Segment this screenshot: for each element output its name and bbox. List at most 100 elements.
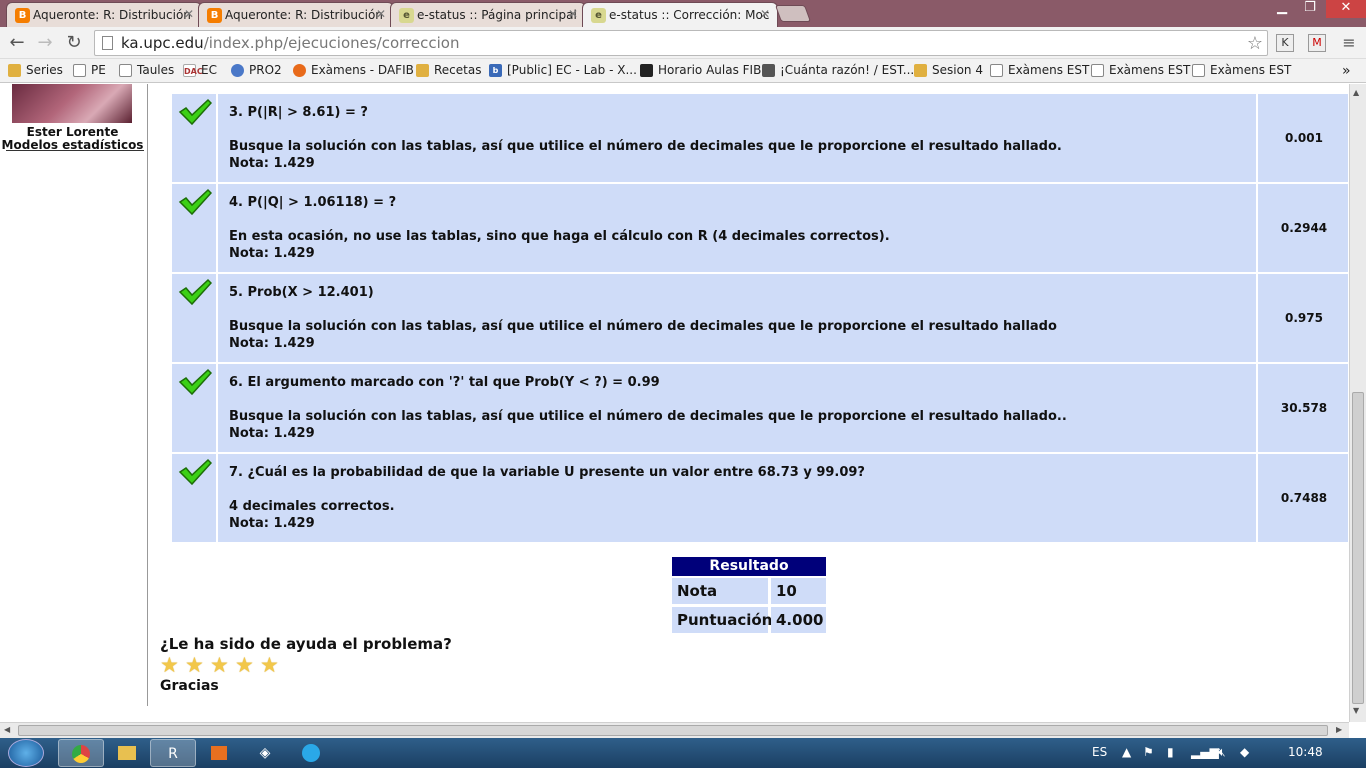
bookmark-pe[interactable]: PE (73, 63, 106, 77)
scroll-right-arrow-icon[interactable]: ▶ (1336, 725, 1342, 734)
bookmark-pro2[interactable]: PRO2 (231, 63, 282, 77)
minimize-button[interactable]: ▁ (1268, 0, 1296, 18)
scrollbar-thumb[interactable] (1352, 392, 1364, 704)
skype-icon[interactable] (288, 739, 334, 767)
taskbar: R ◈ ES ▲ ⚑ ▮ ▂▄▆ 🔇︎ ◆ 10:48 (0, 738, 1366, 768)
bookmark-examens-dafib[interactable]: Exàmens - DAFIB (293, 63, 414, 77)
star-rating-3-icon[interactable]: ★ (210, 654, 232, 676)
reload-icon[interactable]: ↻ (63, 32, 85, 54)
bookmark-examens-est-3[interactable]: Exàmens EST (1192, 63, 1291, 77)
extension-k-icon[interactable]: K (1276, 34, 1294, 52)
language-indicator[interactable]: ES (1092, 745, 1107, 759)
tab-title: Aqueronte: R: Distribución (33, 8, 191, 22)
question-answer: 30.578 (1280, 401, 1328, 415)
power-icon[interactable]: ▮ (1167, 745, 1174, 759)
bookmark-sesion-4[interactable]: Sesion 4 (914, 63, 983, 77)
address-bar[interactable]: ka.upc.edu/index.php/ejecuciones/correcc… (94, 30, 1268, 56)
media-player-icon[interactable] (196, 739, 242, 767)
question-row: 7. ¿Cuál es la probabilidad de que la va… (172, 454, 1348, 542)
page-icon (1091, 63, 1104, 77)
star-rating-1-icon[interactable]: ★ (160, 654, 182, 676)
bookmark-examens-est-2[interactable]: Exàmens EST (1091, 63, 1190, 77)
bookmark-series[interactable]: Series (8, 63, 63, 77)
r-app-icon[interactable]: R (150, 739, 196, 767)
star-rating-4-icon[interactable]: ★ (235, 654, 257, 676)
browser-toolbar: ← → ↻ ka.upc.edu/index.php/ejecuciones/c… (0, 27, 1366, 59)
action-center-icon[interactable]: ⚑ (1143, 745, 1154, 759)
page-content: Ester Lorente Modelos estadísticos 3. P(… (0, 84, 1349, 706)
extension-m-icon[interactable]: M (1308, 34, 1326, 52)
tab-aqueronte-2[interactable]: B Aqueronte: R: Distribución ✕ (198, 2, 394, 27)
bookmark-horario-aulas[interactable]: Horario Aulas FIB (640, 63, 761, 77)
student-name: Ester Lorente (26, 125, 119, 139)
bookmark-recetas[interactable]: Recetas (416, 63, 481, 77)
bookmark-icon (640, 63, 653, 77)
virtualbox-icon[interactable]: ◈ (242, 739, 288, 767)
scroll-up-arrow-icon[interactable]: ▲ (1353, 88, 1359, 97)
tab-estatus-principal[interactable]: e e-status :: Página principal ✕ (390, 2, 586, 27)
bookmark-public-ec-lab[interactable]: b [Public] EC - Lab - X... (489, 63, 637, 77)
scroll-down-arrow-icon[interactable]: ▼ (1353, 706, 1359, 715)
tab-title: Aqueronte: R: Distribución (225, 8, 383, 22)
close-icon[interactable]: ✕ (184, 7, 194, 21)
question-grade: Nota: 1.429 (229, 156, 315, 171)
result-header: Resultado (672, 557, 826, 576)
clock[interactable]: 10:48 (1288, 745, 1323, 759)
bookmark-ec[interactable]: DAC EC (183, 63, 217, 77)
network-icon[interactable]: ▂▄▆ (1191, 745, 1219, 759)
bookmark-cuanta-razon[interactable]: ¡Cuánta razón! / EST... (762, 63, 914, 77)
close-icon[interactable]: ✕ (568, 7, 578, 21)
question-description: 4 decimales correctos. (229, 499, 395, 514)
page-icon (1192, 63, 1205, 77)
dropbox-icon[interactable]: ◆ (1240, 745, 1249, 759)
tab-title: e-status :: Corrección: Moc (609, 8, 770, 22)
scrollbar-thumb[interactable] (18, 725, 1328, 736)
volume-muted-icon[interactable]: 🔇︎ (1218, 745, 1226, 760)
correct-check-icon (172, 454, 218, 542)
more-bookmarks-icon[interactable]: » (1342, 63, 1351, 79)
estatus-icon: e (591, 8, 606, 23)
restore-button[interactable]: ❐ (1296, 0, 1324, 18)
bookmark-label: PE (91, 63, 106, 77)
url-path: /index.php/ejecuciones/correccion (203, 34, 460, 52)
back-arrow-icon[interactable]: ← (6, 32, 28, 54)
menu-icon[interactable]: ≡ (1338, 32, 1360, 54)
dac-icon: DAC (183, 63, 203, 77)
tab-estatus-correccion[interactable]: e e-status :: Corrección: Moc ✕ (582, 2, 778, 27)
question-description: En esta ocasión, no use las tablas, sino… (229, 229, 890, 244)
star-rating-5-icon[interactable]: ★ (260, 654, 282, 676)
bookmark-label: Series (26, 63, 63, 77)
scroll-left-arrow-icon[interactable]: ◀ (4, 725, 10, 734)
windows-start-button[interactable] (8, 739, 44, 767)
close-icon[interactable]: ✕ (760, 7, 770, 21)
bookmark-examens-est-1[interactable]: Exàmens EST (990, 63, 1089, 77)
file-explorer-icon[interactable] (104, 739, 150, 767)
tab-aqueronte-1[interactable]: B Aqueronte: R: Distribución ✕ (6, 2, 202, 27)
chrome-icon[interactable] (58, 739, 104, 767)
horizontal-scrollbar[interactable]: ◀ ▶ (0, 722, 1349, 738)
bookmark-label: [Public] EC - Lab - X... (507, 63, 637, 77)
star-icon[interactable]: ☆ (1247, 32, 1263, 56)
close-window-button[interactable]: ✕ (1326, 0, 1366, 18)
estatus-icon: e (399, 8, 414, 23)
question-answer: 0.2944 (1280, 221, 1328, 235)
star-rating-2-icon[interactable]: ★ (185, 654, 207, 676)
bookmark-label: EC (201, 63, 217, 77)
question-answer: 0.7488 (1280, 491, 1328, 505)
correct-check-icon (172, 184, 218, 272)
bookmarks-bar: Series PE Taules DAC EC PRO2 Exàmens - DA… (0, 59, 1366, 83)
page-icon (73, 63, 86, 77)
close-icon[interactable]: ✕ (376, 7, 386, 21)
vertical-scrollbar[interactable]: ▲ ▼ (1349, 84, 1366, 722)
bookmark-taules[interactable]: Taules (119, 63, 174, 77)
new-tab-button[interactable] (774, 5, 812, 22)
result-nota-label: Nota (672, 578, 768, 604)
question-title: 3. P(|R| > 8.61) = ? (229, 105, 368, 120)
forward-arrow-icon[interactable]: → (34, 32, 56, 54)
page-icon (119, 63, 132, 77)
bookmark-label: ¡Cuánta razón! / EST... (780, 63, 915, 77)
show-hidden-icons-icon[interactable]: ▲ (1122, 745, 1131, 759)
folder-icon (416, 63, 429, 77)
bookmark-label: PRO2 (249, 63, 282, 77)
tab-title: e-status :: Página principal (417, 8, 577, 22)
